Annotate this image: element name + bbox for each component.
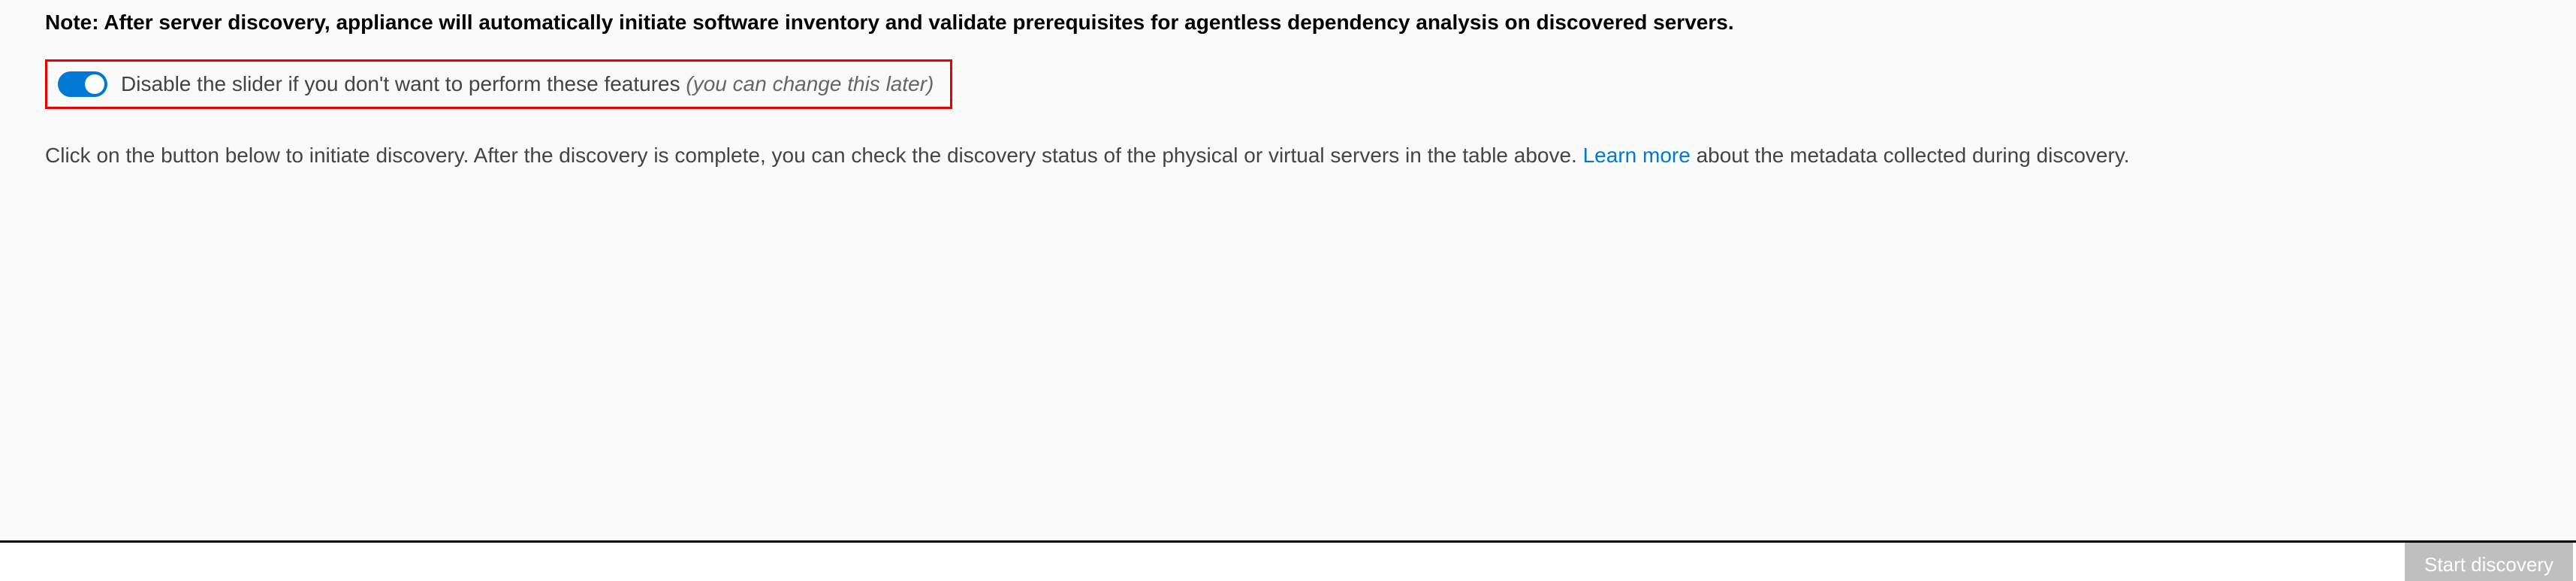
toggle-hint: (you can change this later) <box>686 72 934 95</box>
feature-toggle-row: Disable the slider if you don't want to … <box>45 59 952 110</box>
instruction-prefix: Click on the button below to initiate di… <box>45 144 1583 167</box>
toggle-label: Disable the slider if you don't want to … <box>121 69 934 100</box>
instruction-suffix: about the metadata collected during disc… <box>1691 144 2130 167</box>
note-heading: Note: After server discovery, appliance … <box>45 8 2531 38</box>
start-discovery-button[interactable]: Start discovery <box>2405 543 2573 581</box>
toggle-knob <box>85 74 104 94</box>
toggle-label-text: Disable the slider if you don't want to … <box>121 72 686 95</box>
instruction-text: Click on the button below to initiate di… <box>45 141 2531 171</box>
learn-more-link[interactable]: Learn more <box>1583 144 1691 167</box>
feature-toggle[interactable] <box>58 71 107 97</box>
footer-bar: Start discovery <box>0 540 2576 581</box>
